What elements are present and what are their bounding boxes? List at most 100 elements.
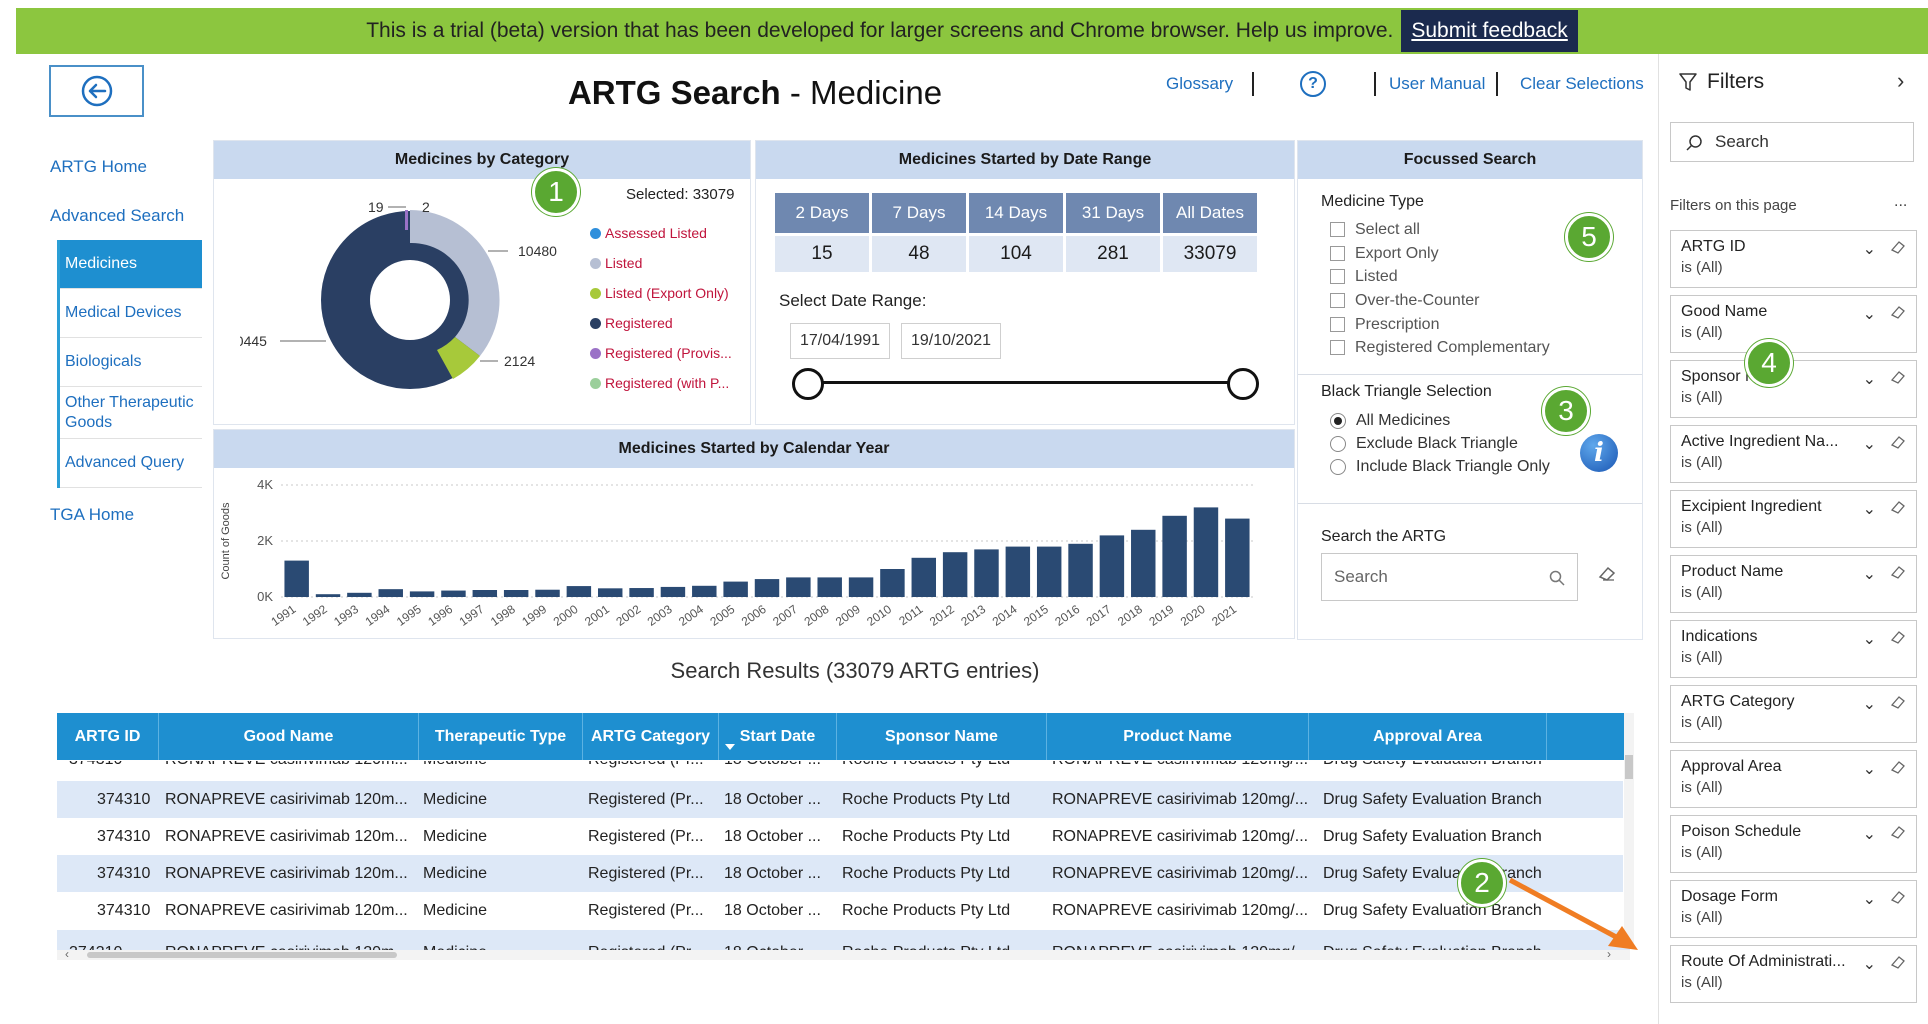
chevron-down-icon[interactable]: ⌄ bbox=[1863, 239, 1876, 259]
eraser-icon[interactable] bbox=[1890, 694, 1906, 710]
help-icon[interactable]: ? bbox=[1300, 71, 1326, 97]
scroll-left-icon[interactable]: ‹ bbox=[65, 947, 69, 961]
bar-2009[interactable] bbox=[848, 577, 874, 597]
table-row[interactable]: 374310 RONAPREVE casirivimab 120m... Medic… bbox=[57, 855, 1623, 892]
donut-segment-provisional[interactable] bbox=[405, 210, 408, 230]
eraser-icon[interactable] bbox=[1890, 889, 1906, 905]
range-header[interactable]: All Dates bbox=[1163, 193, 1257, 233]
col-approval-area[interactable]: Approval Area bbox=[1309, 713, 1547, 760]
bar-2018[interactable] bbox=[1131, 529, 1156, 597]
eraser-icon[interactable] bbox=[1890, 499, 1906, 515]
checkbox-export-only[interactable]: Export Only bbox=[1330, 242, 1439, 265]
eraser-icon[interactable] bbox=[1890, 304, 1906, 320]
chevron-down-icon[interactable]: ⌄ bbox=[1863, 889, 1876, 909]
nav-advanced-search[interactable]: Advanced Search bbox=[50, 206, 184, 226]
filter-card[interactable]: ARTG ID is (All) ⌄ bbox=[1670, 230, 1917, 288]
bar-2001[interactable] bbox=[597, 588, 623, 597]
checkbox[interactable] bbox=[1330, 317, 1345, 332]
col-start-date[interactable]: Start Date bbox=[719, 713, 837, 760]
checkbox-select-all[interactable]: Select all bbox=[1330, 218, 1420, 241]
end-date-input[interactable]: 19/10/2021 bbox=[901, 323, 1002, 359]
start-date-input[interactable]: 17/04/1991 bbox=[790, 323, 891, 359]
checkbox-prescription[interactable]: Prescription bbox=[1330, 313, 1439, 336]
range-header[interactable]: 2 Days bbox=[775, 193, 869, 233]
chevron-down-icon[interactable]: ⌄ bbox=[1863, 369, 1876, 389]
nav-item-medicines[interactable]: Medicines bbox=[60, 240, 202, 289]
legend-item[interactable]: Listed bbox=[590, 248, 732, 278]
radio-button[interactable] bbox=[1330, 458, 1346, 475]
filter-card[interactable]: Poison Schedule is (All) ⌄ bbox=[1670, 815, 1917, 873]
bar-1992[interactable] bbox=[315, 594, 341, 597]
chevron-down-icon[interactable]: ⌄ bbox=[1863, 954, 1876, 974]
filter-card[interactable]: Product Name is (All) ⌄ bbox=[1670, 555, 1917, 613]
filter-card[interactable]: Sponsor Name is (All) ⌄ bbox=[1670, 360, 1917, 418]
checkbox[interactable] bbox=[1330, 340, 1345, 355]
radio-button-selected[interactable] bbox=[1330, 412, 1346, 429]
col-product-name[interactable]: Product Name bbox=[1047, 713, 1309, 760]
filter-card[interactable]: Good Name is (All) ⌄ bbox=[1670, 295, 1917, 353]
bar-2010[interactable] bbox=[880, 569, 905, 597]
eraser-icon[interactable] bbox=[1890, 239, 1906, 255]
bar-2005[interactable] bbox=[723, 581, 748, 597]
artg-search-input[interactable]: Search bbox=[1321, 553, 1578, 601]
checkbox[interactable] bbox=[1330, 246, 1345, 261]
nav-tga-home[interactable]: TGA Home bbox=[50, 505, 134, 525]
clear-selections-link[interactable]: Clear Selections bbox=[1520, 74, 1644, 94]
bar-2000[interactable] bbox=[566, 586, 592, 597]
radio-exclude-black-triangle[interactable]: Exclude Black Triangle bbox=[1330, 432, 1518, 455]
chevron-down-icon[interactable]: ⌄ bbox=[1863, 499, 1876, 519]
glossary-link[interactable]: Glossary bbox=[1166, 74, 1233, 94]
date-slider-track[interactable] bbox=[808, 381, 1244, 384]
user-manual-link[interactable]: User Manual bbox=[1389, 74, 1485, 94]
date-slider-end-handle[interactable] bbox=[1227, 368, 1259, 400]
eraser-icon[interactable] bbox=[1890, 954, 1906, 970]
bar-2015[interactable] bbox=[1036, 546, 1062, 597]
legend-item[interactable]: Registered (Provis... bbox=[590, 338, 732, 368]
legend-item[interactable]: Registered (with P... bbox=[590, 368, 732, 398]
filter-card[interactable]: Indications is (All) ⌄ bbox=[1670, 620, 1917, 678]
filter-card[interactable]: Excipient Ingredient is (All) ⌄ bbox=[1670, 490, 1917, 548]
nav-item-other-therapeutic-goods[interactable]: Other Therapeutic Goods bbox=[60, 387, 202, 439]
filter-card[interactable]: Route Of Administrati... is (All) ⌄ bbox=[1670, 945, 1917, 1003]
bar-1995[interactable] bbox=[409, 591, 435, 597]
col-artg-category[interactable]: ARTG Category bbox=[583, 713, 719, 760]
col-artg-id[interactable]: ARTG ID bbox=[57, 713, 159, 760]
bar-2013[interactable] bbox=[974, 549, 999, 597]
legend-item[interactable]: Assessed Listed bbox=[590, 218, 732, 248]
filter-card[interactable]: Active Ingredient Na... is (All) ⌄ bbox=[1670, 425, 1917, 483]
checkbox[interactable] bbox=[1330, 293, 1345, 308]
table-row[interactable]: 374310 RONAPREVE casirivimab 120m... Medic… bbox=[57, 892, 1623, 929]
bar-2002[interactable] bbox=[629, 588, 654, 597]
checkbox-over-the-counter[interactable]: Over-the-Counter bbox=[1330, 289, 1480, 312]
checkbox-listed[interactable]: Listed bbox=[1330, 265, 1398, 288]
nav-item-advanced-query[interactable]: Advanced Query bbox=[60, 439, 202, 488]
chevron-down-icon[interactable]: ⌄ bbox=[1863, 824, 1876, 844]
bar-1991[interactable] bbox=[284, 560, 309, 597]
bar-2017[interactable] bbox=[1099, 535, 1125, 597]
eraser-icon[interactable] bbox=[1890, 824, 1906, 840]
range-header[interactable]: 14 Days bbox=[969, 193, 1063, 233]
bar-2007[interactable] bbox=[786, 577, 811, 597]
eraser-icon[interactable] bbox=[1890, 759, 1906, 775]
range-header[interactable]: 7 Days bbox=[872, 193, 966, 233]
bar-1998[interactable] bbox=[503, 590, 529, 597]
bar-1997[interactable] bbox=[472, 590, 498, 597]
info-icon[interactable]: i bbox=[1580, 434, 1618, 472]
chevron-down-icon[interactable]: ⌄ bbox=[1863, 564, 1876, 584]
filter-card[interactable]: ARTG Category is (All) ⌄ bbox=[1670, 685, 1917, 743]
eraser-icon[interactable] bbox=[1890, 629, 1906, 645]
eraser-icon[interactable] bbox=[1890, 564, 1906, 580]
nav-item-biologicals[interactable]: Biologicals bbox=[60, 338, 202, 387]
eraser-icon[interactable] bbox=[1890, 434, 1906, 450]
eraser-icon[interactable] bbox=[1890, 369, 1906, 385]
range-header[interactable]: 31 Days bbox=[1066, 193, 1160, 233]
col-therapeutic-type[interactable]: Therapeutic Type bbox=[419, 713, 583, 760]
bar-1993[interactable] bbox=[347, 592, 372, 597]
bar-2014[interactable] bbox=[1005, 546, 1031, 597]
bar-2006[interactable] bbox=[754, 579, 780, 597]
eraser-icon[interactable] bbox=[1598, 565, 1616, 581]
legend-item[interactable]: Registered bbox=[590, 308, 732, 338]
nav-artg-home[interactable]: ARTG Home bbox=[50, 157, 147, 177]
col-good-name[interactable]: Good Name bbox=[159, 713, 419, 760]
checkbox[interactable] bbox=[1330, 269, 1345, 284]
